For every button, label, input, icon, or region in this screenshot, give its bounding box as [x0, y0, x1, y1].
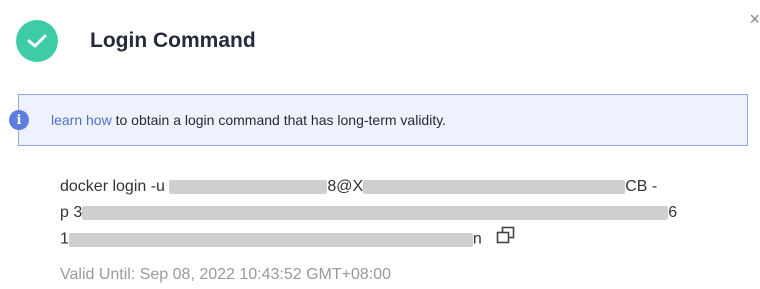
command-text: CB -	[625, 178, 658, 195]
info-notice-message: to obtain a login command that has long-…	[111, 112, 447, 128]
dialog-header: Login Command	[16, 20, 256, 62]
login-command: docker login -u 8@X CB - p 36 1n	[60, 174, 720, 253]
command-text: docker login -u	[60, 178, 170, 195]
command-line-1: docker login -u 8@X CB -	[60, 174, 720, 200]
command-line-3: 1n	[60, 226, 720, 253]
command-line-2: p 3 6	[60, 200, 720, 226]
copy-icon[interactable]	[496, 226, 516, 253]
redacted-username	[169, 179, 328, 194]
redacted-endpoint	[68, 232, 473, 247]
redacted-region	[363, 179, 626, 194]
dialog-title: Login Command	[90, 29, 256, 52]
close-icon[interactable]: ×	[749, 10, 760, 28]
valid-until-text: Valid Until: Sep 08, 2022 10:43:52 GMT+0…	[60, 266, 392, 283]
info-circle-icon: i	[9, 110, 29, 130]
command-text: 1	[60, 230, 69, 248]
learn-how-link[interactable]: learn how	[51, 112, 112, 128]
command-text: 6	[668, 204, 678, 221]
command-text: n	[472, 230, 482, 248]
check-circle-icon	[16, 20, 58, 62]
command-text: p 3	[60, 204, 83, 221]
redacted-password	[82, 205, 669, 220]
info-notice-text: learn how to obtain a login command that…	[51, 112, 446, 128]
info-notice: i learn how to obtain a login command th…	[9, 94, 748, 146]
command-text: 8@X	[327, 178, 364, 195]
